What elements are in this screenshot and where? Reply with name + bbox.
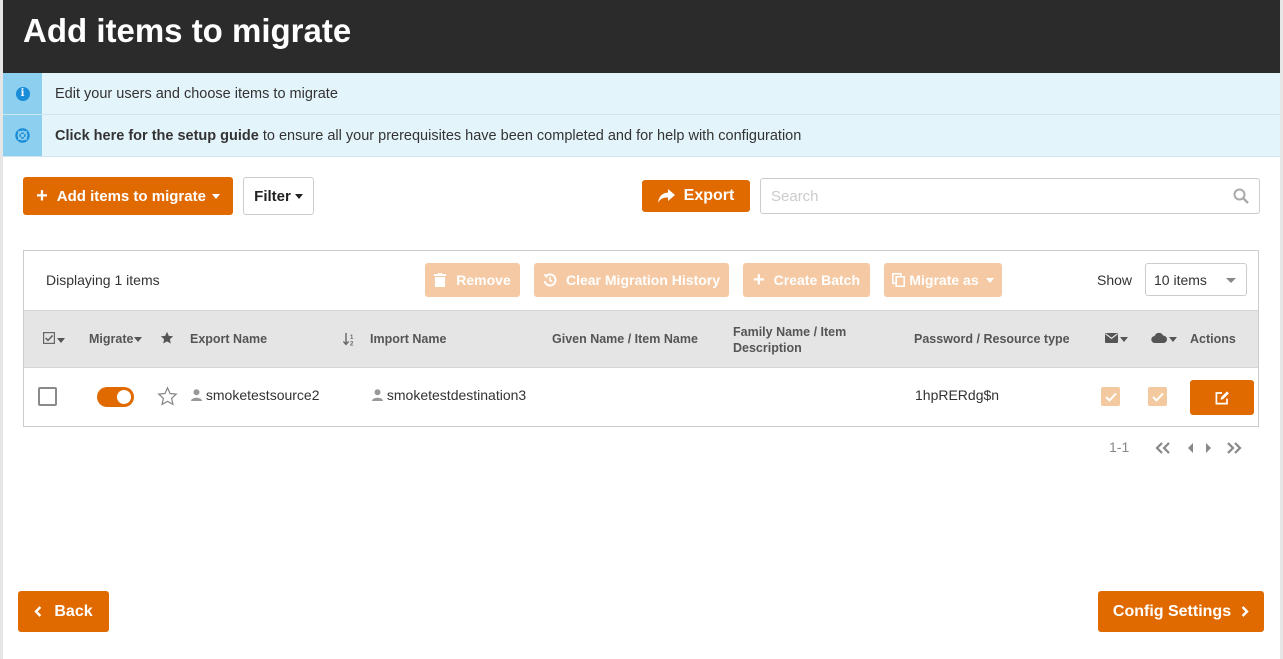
svg-text:1: 1 bbox=[350, 335, 354, 341]
checkbox-checked-icon bbox=[43, 332, 56, 345]
check-icon bbox=[1151, 392, 1164, 402]
star-icon bbox=[160, 331, 174, 344]
search-icon bbox=[1233, 188, 1249, 204]
filter-button[interactable]: Filter bbox=[243, 177, 314, 215]
info-banner: i Edit your users and choose items to mi… bbox=[3, 73, 1280, 115]
table-row: smoketestsource2 smoketestdestination3 1… bbox=[24, 368, 1258, 426]
caret-down-icon bbox=[134, 337, 143, 343]
import-name-column-header[interactable]: Import Name bbox=[370, 332, 446, 346]
last-page-icon[interactable] bbox=[1226, 441, 1242, 459]
migrate-as-button[interactable]: Migrate as bbox=[884, 263, 1002, 297]
lifebuoy-icon bbox=[15, 128, 30, 143]
password-cell: 1hpRERdg$n bbox=[915, 387, 1000, 403]
chevron-left-icon bbox=[34, 606, 42, 617]
cloud-checkbox[interactable] bbox=[1148, 387, 1167, 406]
migrate-column-header[interactable]: Migrate bbox=[89, 332, 143, 346]
family-name-column-header[interactable]: Family Name / Item Description bbox=[733, 324, 846, 356]
page: Add items to migrate i Edit your users a… bbox=[0, 0, 1283, 659]
select-all-checkbox[interactable] bbox=[43, 332, 65, 347]
search-input[interactable] bbox=[771, 186, 1211, 206]
actions-column-header: Actions bbox=[1190, 332, 1236, 346]
svg-text:2: 2 bbox=[350, 342, 354, 347]
caret-down-icon bbox=[985, 277, 994, 283]
items-panel: Displaying 1 items Remove Clear Migratio… bbox=[23, 250, 1259, 427]
chevron-down-icon bbox=[1226, 278, 1236, 283]
password-column-header[interactable]: Password / Resource type bbox=[914, 332, 1070, 346]
back-button[interactable]: Back bbox=[18, 591, 109, 632]
mail-filter-header[interactable] bbox=[1105, 332, 1128, 346]
displaying-count: Displaying 1 items bbox=[46, 272, 160, 288]
cloud-filter-header[interactable] bbox=[1151, 332, 1177, 346]
setup-guide-link[interactable]: Click here for the setup guide bbox=[55, 128, 259, 144]
page-size-select[interactable]: 10 items bbox=[1145, 263, 1247, 296]
prev-page-icon[interactable] bbox=[1186, 441, 1194, 459]
export-name-cell: smoketestsource2 bbox=[191, 387, 320, 403]
import-name-cell: smoketestdestination3 bbox=[372, 387, 526, 403]
cloud-icon bbox=[1151, 332, 1167, 344]
search-box[interactable] bbox=[760, 178, 1260, 214]
star-column-header bbox=[160, 331, 174, 348]
user-icon bbox=[372, 389, 383, 401]
add-items-button[interactable]: + Add items to migrate bbox=[23, 177, 233, 215]
pagination-range: 1-1 bbox=[1109, 439, 1130, 455]
chevron-right-icon bbox=[1241, 606, 1249, 617]
caret-down-icon bbox=[1120, 337, 1128, 343]
export-name-column-header[interactable]: Export Name bbox=[190, 332, 267, 346]
page-title: Add items to migrate bbox=[23, 12, 352, 49]
plus-icon: + bbox=[752, 269, 765, 291]
info-text: Edit your users and choose items to migr… bbox=[55, 86, 338, 102]
create-batch-button[interactable]: + Create Batch bbox=[743, 263, 870, 297]
share-icon bbox=[657, 189, 675, 203]
row-select-checkbox[interactable] bbox=[38, 387, 57, 406]
caret-down-icon bbox=[294, 193, 303, 199]
user-icon bbox=[191, 389, 202, 401]
caret-down-icon bbox=[211, 193, 220, 199]
envelope-icon bbox=[1105, 333, 1118, 343]
plus-icon: + bbox=[36, 185, 48, 207]
copy-icon bbox=[892, 273, 906, 287]
given-name-column-header[interactable]: Given Name / Item Name bbox=[552, 332, 698, 346]
setup-guide-banner[interactable]: Click here for the setup guide to ensure… bbox=[3, 115, 1280, 157]
history-icon bbox=[543, 273, 557, 287]
check-icon bbox=[1104, 392, 1117, 402]
info-icon: i bbox=[15, 86, 30, 101]
next-page-icon[interactable] bbox=[1205, 441, 1213, 459]
trash-icon bbox=[434, 273, 447, 287]
first-page-icon[interactable] bbox=[1155, 441, 1171, 459]
caret-down-icon bbox=[1169, 337, 1177, 343]
show-label: Show bbox=[1097, 272, 1133, 288]
migrate-toggle[interactable] bbox=[97, 387, 134, 407]
edit-row-button[interactable] bbox=[1190, 380, 1254, 415]
caret-down-icon bbox=[57, 338, 65, 344]
favorite-star-icon[interactable] bbox=[157, 386, 178, 410]
page-header: Add items to migrate bbox=[3, 0, 1280, 73]
sort-icon[interactable]: 12 bbox=[342, 333, 357, 349]
remove-button[interactable]: Remove bbox=[425, 263, 520, 297]
mail-checkbox[interactable] bbox=[1101, 387, 1120, 406]
table-header: Migrate Export Name 12 Import Name Given… bbox=[24, 310, 1258, 368]
clear-migration-history-button[interactable]: Clear Migration History bbox=[534, 263, 729, 297]
edit-icon bbox=[1215, 390, 1229, 404]
export-button[interactable]: Export bbox=[642, 180, 750, 212]
setup-guide-text: to ensure all your prerequisites have be… bbox=[258, 128, 802, 144]
config-settings-button[interactable]: Config Settings bbox=[1098, 591, 1264, 632]
